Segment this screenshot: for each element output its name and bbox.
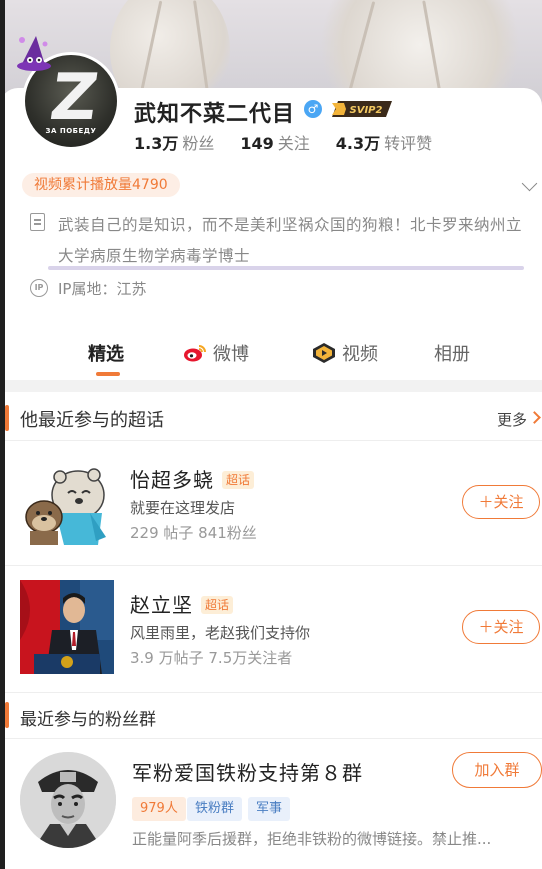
male-gender-icon: ♂	[304, 100, 322, 118]
stat-reposts-likes[interactable]: 4.3万 转评赞	[336, 130, 432, 154]
video-play-count-badge[interactable]: 视频累计播放量4790	[22, 173, 180, 197]
avatar-caption: ЗА ПОБЕДУ	[45, 127, 97, 135]
press-conference-photo-icon	[20, 580, 114, 674]
super-topic-badge: 超话	[201, 596, 234, 614]
divider	[0, 440, 542, 441]
svip-badge-icon[interactable]: SVIP2	[330, 99, 392, 119]
left-edge-bar	[0, 0, 5, 869]
fan-group-description: 正能量阿季后援群，拒绝非铁粉的微博链接。禁止推...	[132, 830, 492, 848]
group-tag: 军事	[248, 797, 291, 821]
super-topic-badge: 超话	[222, 471, 255, 489]
group-tag: 铁粉群	[187, 797, 243, 821]
ip-location: IP属地：江苏	[58, 280, 147, 298]
tab-weibo[interactable]: 微博	[183, 340, 249, 366]
section-separator	[0, 380, 542, 392]
divider	[0, 738, 542, 739]
tab-album[interactable]: 相册	[434, 340, 470, 366]
super-topic-title[interactable]: 怡超多蛲 超话	[130, 464, 255, 493]
super-topic-thumbnail[interactable]	[20, 580, 114, 674]
super-topic-meta: 229 帖子 841粉丝	[130, 524, 257, 542]
bio-underline	[48, 266, 524, 270]
witch-hat-badge-icon	[17, 36, 51, 71]
super-topic-thumbnail[interactable]	[20, 455, 114, 549]
section-accent-bar	[5, 702, 9, 728]
super-topic-title[interactable]: 赵立坚 超话	[130, 589, 234, 618]
super-topics-title: 他最近参与的超话	[20, 410, 164, 431]
ip-location-icon: IP	[30, 279, 48, 297]
profile-bio: 武装自己的是知识，而不是美利坚祸众国的狗粮！北卡罗来纳州立大学病原生物学病毒学博…	[58, 216, 523, 265]
stat-following[interactable]: 149 关注	[240, 130, 309, 154]
divider	[0, 692, 542, 693]
tab-video[interactable]: 视频	[312, 340, 378, 366]
divider	[0, 565, 542, 566]
profile-name: 武知不菜二代目	[134, 102, 296, 127]
otter-cartoon-icon	[20, 455, 114, 549]
active-tab-indicator	[96, 372, 120, 376]
fan-groups-title: 最近参与的粉丝群	[20, 710, 156, 730]
profile-stats: 1.3万 粉丝 149 关注 4.3万 转评赞	[134, 130, 458, 154]
fan-group-avatar[interactable]	[20, 752, 116, 848]
super-topic-meta: 3.9 万帖子 7.5万关注者	[130, 649, 293, 667]
follow-button[interactable]: ＋关注	[462, 610, 540, 644]
super-topic-subtitle: 就要在这理发店	[130, 499, 236, 517]
more-link[interactable]: 更多	[497, 409, 527, 430]
profile-tabs: 精选 微博 视频 相册	[0, 332, 542, 376]
document-icon	[30, 213, 45, 231]
member-count-tag: 979人	[132, 797, 186, 821]
super-topic-subtitle: 风里雨里，老赵我们支持你	[130, 624, 311, 642]
follow-button[interactable]: ＋关注	[462, 485, 540, 519]
stat-fans[interactable]: 1.3万 粉丝	[134, 130, 214, 154]
weibo-icon	[184, 345, 206, 362]
join-group-button[interactable]: 加入群	[452, 752, 542, 788]
tab-featured[interactable]: 精选	[88, 340, 124, 366]
fan-group-title[interactable]: 军粉爱国铁粉支持第８群	[132, 757, 363, 786]
video-icon	[313, 343, 335, 363]
section-accent-bar	[5, 405, 9, 431]
portrait-photo-icon	[20, 752, 116, 848]
svip-label: SVIP2	[350, 105, 383, 116]
